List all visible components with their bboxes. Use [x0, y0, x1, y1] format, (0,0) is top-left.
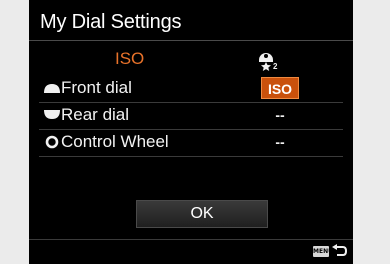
row-divider — [39, 102, 343, 103]
row-divider — [39, 129, 343, 130]
front-dial-icon — [44, 84, 60, 93]
row-label-front-dial: Front dial — [61, 78, 132, 97]
ok-button[interactable]: OK — [136, 200, 268, 228]
control-wheel-value[interactable]: -- — [261, 131, 299, 153]
custom-star-2-icon: 2 — [259, 53, 278, 71]
column-header: ISO — [115, 49, 145, 68]
row-label-rear-dial: Rear dial — [61, 105, 130, 124]
page-title: My Dial Settings — [40, 11, 182, 33]
row-label-control-wheel: Control Wheel — [61, 132, 169, 151]
svg-text:2: 2 — [273, 62, 278, 71]
row-divider — [39, 156, 343, 157]
row-rear-dial[interactable]: Rear dial -- — [39, 104, 339, 126]
camera-menu-screen: My Dial Settings ISO 2 Front dial ISO Re… — [29, 0, 353, 264]
rear-dial-value[interactable]: -- — [261, 104, 299, 126]
front-dial-value[interactable]: ISO — [261, 77, 299, 99]
rear-dial-icon — [44, 110, 60, 119]
control-wheel-icon — [45, 135, 59, 149]
menu-button-icon[interactable]: MENU — [313, 246, 333, 257]
row-control-wheel[interactable]: Control Wheel -- — [39, 131, 339, 153]
row-front-dial[interactable]: Front dial ISO — [39, 77, 339, 99]
title-divider — [29, 40, 353, 41]
footer-divider — [29, 239, 353, 240]
back-arrow-icon[interactable] — [331, 244, 347, 258]
